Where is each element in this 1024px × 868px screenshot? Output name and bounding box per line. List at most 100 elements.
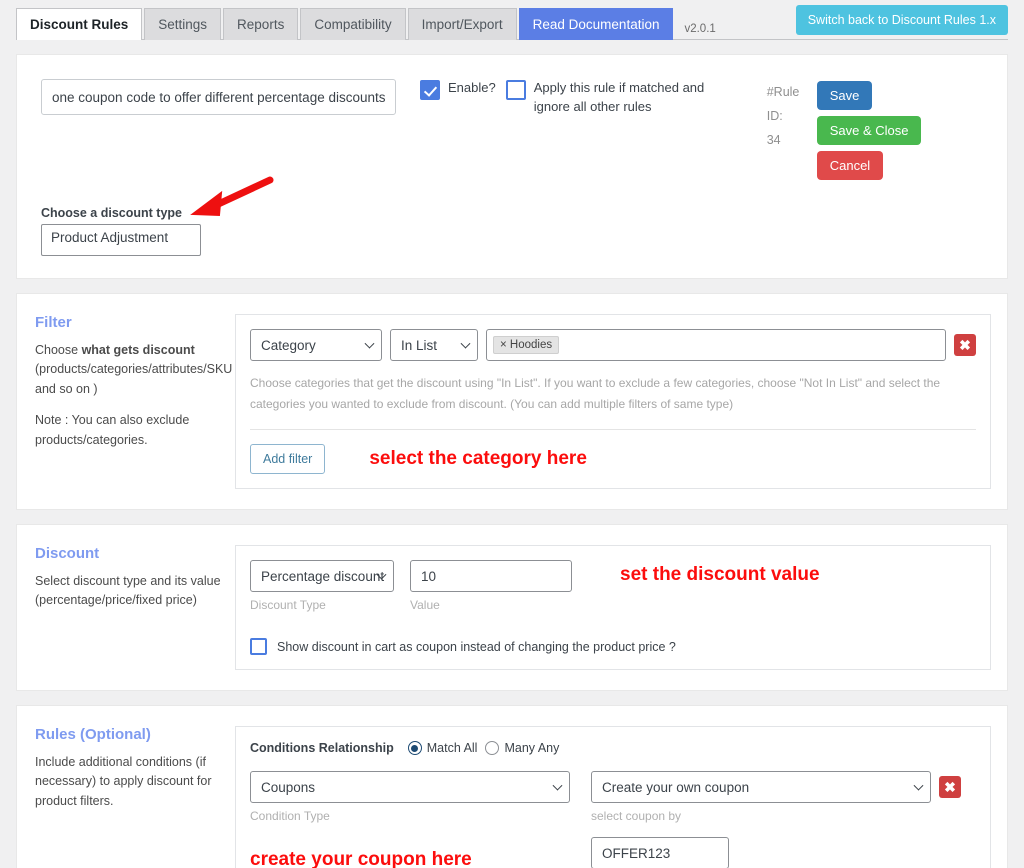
show-discount-as-coupon-label: Show discount in cart as coupon instead … [277, 640, 676, 654]
add-filter-button[interactable]: Add filter [250, 444, 325, 474]
tab-label: Reports [237, 17, 284, 32]
discount-type-section: Choose a discount type Product Adjustmen… [17, 180, 1007, 278]
show-discount-as-coupon-checkbox[interactable] [250, 638, 267, 655]
discount-description: Select discount type and its value (perc… [35, 572, 221, 611]
coupon-source-sublabel: select coupon by [591, 809, 961, 823]
discount-value-input[interactable] [410, 560, 572, 592]
switch-back-button[interactable]: Switch back to Discount Rules 1.x [796, 5, 1008, 35]
coupon-source-value: Create your own coupon [602, 780, 749, 795]
filter-title: Filter [35, 314, 221, 331]
tab-label: Discount Rules [30, 17, 128, 32]
filter-controls: Category In List × Hoodies ✖ Choose cate… [235, 314, 991, 489]
condition-row: Coupons Condition Type create your coupo… [250, 771, 976, 868]
chevron-down-icon [461, 339, 471, 349]
discount-controls: Percentage discount Discount Type Value … [235, 545, 991, 670]
exclusive-checkbox-group: Apply this rule if matched and ignore al… [506, 79, 739, 117]
discount-type-select[interactable]: Percentage discount [250, 560, 394, 592]
tab-bar: Discount Rules Settings Reports Compatib… [0, 0, 1024, 40]
tab-label: Import/Export [422, 17, 503, 32]
filter-panel: Filter Choose what gets discount (produc… [16, 293, 1008, 510]
coupon-select-group: Create your own coupon ✖ select coupon b… [591, 771, 961, 868]
conditions-relationship-row: Conditions Relationship Match All Many A… [250, 741, 976, 755]
enable-checkbox[interactable] [420, 80, 440, 100]
filter-row: Category In List × Hoodies ✖ [250, 329, 976, 361]
filter-desc-bold: what gets discount [82, 343, 195, 357]
filter-token[interactable]: × Hoodies [493, 336, 559, 354]
filter-desc-suffix: (products/categories/attributes/SKU and … [35, 362, 232, 395]
tab-settings[interactable]: Settings [144, 8, 221, 40]
discount-type-select[interactable]: Product Adjustment [41, 224, 201, 256]
filter-operator-select[interactable]: In List [390, 329, 478, 361]
radio-match-any[interactable]: Many Any [485, 741, 559, 755]
discount-title: Discount [35, 545, 221, 562]
tab-compatibility[interactable]: Compatibility [300, 8, 405, 40]
cancel-button[interactable]: Cancel [817, 151, 883, 180]
discount-type-value: Percentage discount [261, 569, 384, 584]
discount-type-sublabel: Discount Type [250, 598, 394, 612]
remove-filter-button[interactable]: ✖ [954, 334, 976, 356]
tab-label: Settings [158, 17, 207, 32]
condition-type-select[interactable]: Coupons [250, 771, 570, 803]
filter-section: Filter Choose what gets discount (produc… [17, 294, 1007, 509]
tab-read-documentation[interactable]: Read Documentation [519, 8, 674, 40]
enable-checkbox-group: Enable? [420, 79, 496, 100]
rule-id-value: 34 [767, 129, 817, 153]
filter-operator-value: In List [401, 338, 437, 353]
discount-row: Percentage discount Discount Type Value … [250, 560, 976, 612]
discount-value-group: Value [410, 560, 572, 612]
tab-discount-rules[interactable]: Discount Rules [16, 8, 142, 40]
chevron-down-icon [914, 781, 924, 791]
tab-reports[interactable]: Reports [223, 8, 298, 40]
tab-import-export[interactable]: Import/Export [408, 8, 517, 40]
save-and-close-button[interactable]: Save & Close [817, 116, 922, 145]
discount-value-sublabel: Value [410, 598, 572, 612]
rules-controls: Conditions Relationship Match All Many A… [235, 726, 991, 868]
radio-match-all[interactable]: Match All [408, 741, 478, 755]
filter-help-text: Choose categories that get the discount … [250, 373, 976, 415]
filter-footer-row: Add filter select the category here [250, 430, 976, 474]
tab-label: Compatibility [314, 17, 391, 32]
filter-annotation: select the category here [369, 448, 587, 470]
filter-type-select[interactable]: Category [250, 329, 382, 361]
discount-section: Discount Select discount type and its va… [17, 525, 1007, 690]
filter-type-value: Category [261, 338, 316, 353]
filter-desc-line-1: Choose what gets discount (products/cate… [35, 341, 221, 399]
save-button[interactable]: Save [817, 81, 873, 110]
radio-match-any-label: Many Any [504, 741, 559, 755]
coupon-name-input[interactable] [591, 837, 729, 868]
conditions-relationship-label: Conditions Relationship [250, 741, 394, 755]
discount-panel: Discount Select discount type and its va… [16, 524, 1008, 691]
exclusive-checkbox[interactable] [506, 80, 526, 100]
rules-section: Rules (Optional) Include additional cond… [17, 706, 1007, 868]
rule-id-block: #Rule ID: 34 [767, 79, 817, 152]
filter-description: Choose what gets discount (products/cate… [35, 341, 221, 450]
discount-annotation: set the discount value [620, 564, 820, 586]
coupon-source-select[interactable]: Create your own coupon [591, 771, 931, 803]
rule-id-label: #Rule ID: [767, 81, 817, 129]
rule-header-row: Enable? Apply this rule if matched and i… [17, 55, 1007, 180]
chevron-down-icon [365, 339, 375, 349]
filter-value-tokenbox[interactable]: × Hoodies [486, 329, 946, 361]
discount-type-group: Percentage discount Discount Type [250, 560, 394, 612]
rules-annotation: create your coupon here [250, 849, 570, 868]
condition-type-value: Coupons [261, 780, 315, 795]
rule-header-panel: Enable? Apply this rule if matched and i… [16, 54, 1008, 279]
enable-label: Enable? [448, 79, 496, 98]
filter-desc-prefix: Choose [35, 343, 82, 357]
rules-title: Rules (Optional) [35, 726, 221, 743]
radio-match-all-label: Match All [427, 741, 478, 755]
coupon-display-row: Show discount in cart as coupon instead … [250, 638, 976, 655]
filter-info: Filter Choose what gets discount (produc… [35, 314, 235, 489]
action-buttons: Save Save & Close Cancel [817, 79, 967, 180]
discount-info: Discount Select discount type and its va… [35, 545, 235, 670]
rule-title-input[interactable] [41, 79, 396, 115]
radio-match-any-input[interactable] [485, 741, 499, 755]
remove-condition-button[interactable]: ✖ [939, 776, 961, 798]
chevron-down-icon [553, 781, 563, 791]
rules-description: Include additional conditions (if necess… [35, 753, 221, 811]
discount-type-label: Choose a discount type [41, 206, 983, 220]
tab-label: Read Documentation [533, 17, 660, 32]
filter-desc-line-2: Note : You can also exclude products/cat… [35, 411, 221, 450]
radio-match-all-input[interactable] [408, 741, 422, 755]
rules-info: Rules (Optional) Include additional cond… [35, 726, 235, 868]
